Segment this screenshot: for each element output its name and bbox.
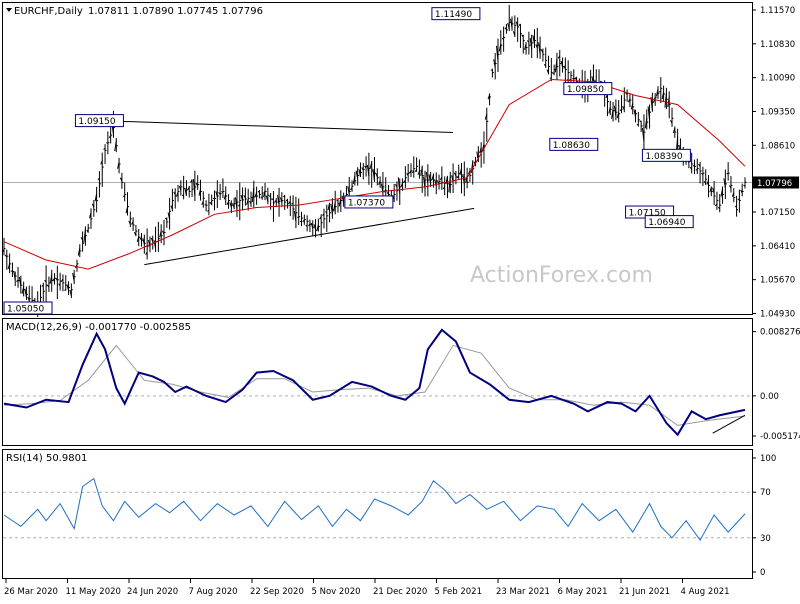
price-bar-open — [550, 78, 552, 79]
x-axis-tick-label: 4 Aug 2021 — [681, 587, 730, 597]
current-price-label: 1.07796 — [757, 179, 792, 189]
price-axis-tick-label: 1.10090 — [760, 74, 795, 84]
rsi-axis-tick-label: 100 — [760, 454, 776, 464]
chart-area: EURCHF,Daily 1.07811 1.07890 1.07745 1.0… — [0, 0, 800, 600]
price-axis-tick-label: 1.09350 — [760, 107, 795, 117]
price-axis-tick-label: 1.08610 — [760, 141, 795, 151]
rsi-axis-tick-label: 70 — [760, 488, 771, 498]
price-annotation-label: 1.08630 — [553, 141, 590, 151]
x-axis-tick-label: 7 Aug 2020 — [189, 587, 238, 597]
ohlc-values: 1.07811 1.07890 1.07745 1.07796 — [88, 6, 263, 17]
rsi-title: RSI(14) 50.9801 — [6, 453, 87, 464]
price-annotation-label: 1.07370 — [348, 198, 385, 208]
x-axis-tick-label: 23 Mar 2021 — [496, 587, 550, 597]
price-axis-tick-label: 1.10830 — [760, 40, 795, 50]
price-bar-open — [637, 124, 639, 125]
price-axis-tick-label: 1.04930 — [760, 309, 795, 319]
price-axis-tick-label: 1.11570 — [760, 6, 795, 16]
x-axis-tick-label: 24 Jun 2020 — [127, 587, 178, 597]
price-bar-open — [213, 198, 215, 199]
x-axis-tick-label: 5 Feb 2021 — [435, 587, 483, 597]
x-axis-tick-label: 26 Mar 2020 — [4, 587, 58, 597]
x-axis-tick-label: 11 May 2020 — [66, 587, 121, 597]
price-annotation-label: 1.11490 — [435, 10, 472, 20]
price-bar-open — [106, 143, 108, 144]
macd-axis-tick-label: 0.00 — [760, 392, 779, 402]
price-annotation-label: 1.08390 — [645, 152, 682, 162]
price-annotation-label: 1.06940 — [648, 218, 685, 228]
x-axis-tick-label: 21 Dec 2020 — [373, 587, 427, 597]
rsi-panel-frame — [3, 450, 753, 579]
price-annotation-label: 1.09150 — [78, 117, 115, 127]
symbol-label: EURCHF,Daily — [14, 6, 83, 17]
macd-axis-tick-label: 0.008276 — [760, 328, 800, 338]
price-axis-tick-label: 1.07150 — [760, 208, 795, 218]
x-axis-tick-label: 22 Sep 2020 — [250, 587, 304, 597]
macd-title: MACD(12,26,9) -0.001770 -0.002585 — [6, 322, 191, 333]
price-axis-tick-label: 1.05670 — [760, 276, 795, 286]
x-axis-tick-label: 21 Jun 2021 — [619, 587, 670, 597]
price-annotation-label: 1.05050 — [7, 305, 44, 315]
x-axis-tick-label: 6 May 2021 — [558, 587, 608, 597]
price-axis-tick-label: 1.06410 — [760, 242, 795, 252]
watermark: ActionForex.com — [470, 263, 653, 288]
macd-axis-tick-label: -0.005174 — [760, 432, 800, 442]
price-bar-open — [272, 199, 274, 200]
rsi-axis-tick-label: 0 — [760, 568, 765, 578]
price-annotation-label: 1.09850 — [567, 85, 604, 95]
price-bar-open — [659, 91, 661, 92]
x-axis-tick-label: 5 Nov 2020 — [312, 587, 361, 597]
chart-svg: EURCHF,Daily 1.07811 1.07890 1.07745 1.0… — [0, 0, 800, 600]
rsi-axis-tick-label: 30 — [760, 534, 771, 544]
price-bar-open — [297, 217, 299, 218]
